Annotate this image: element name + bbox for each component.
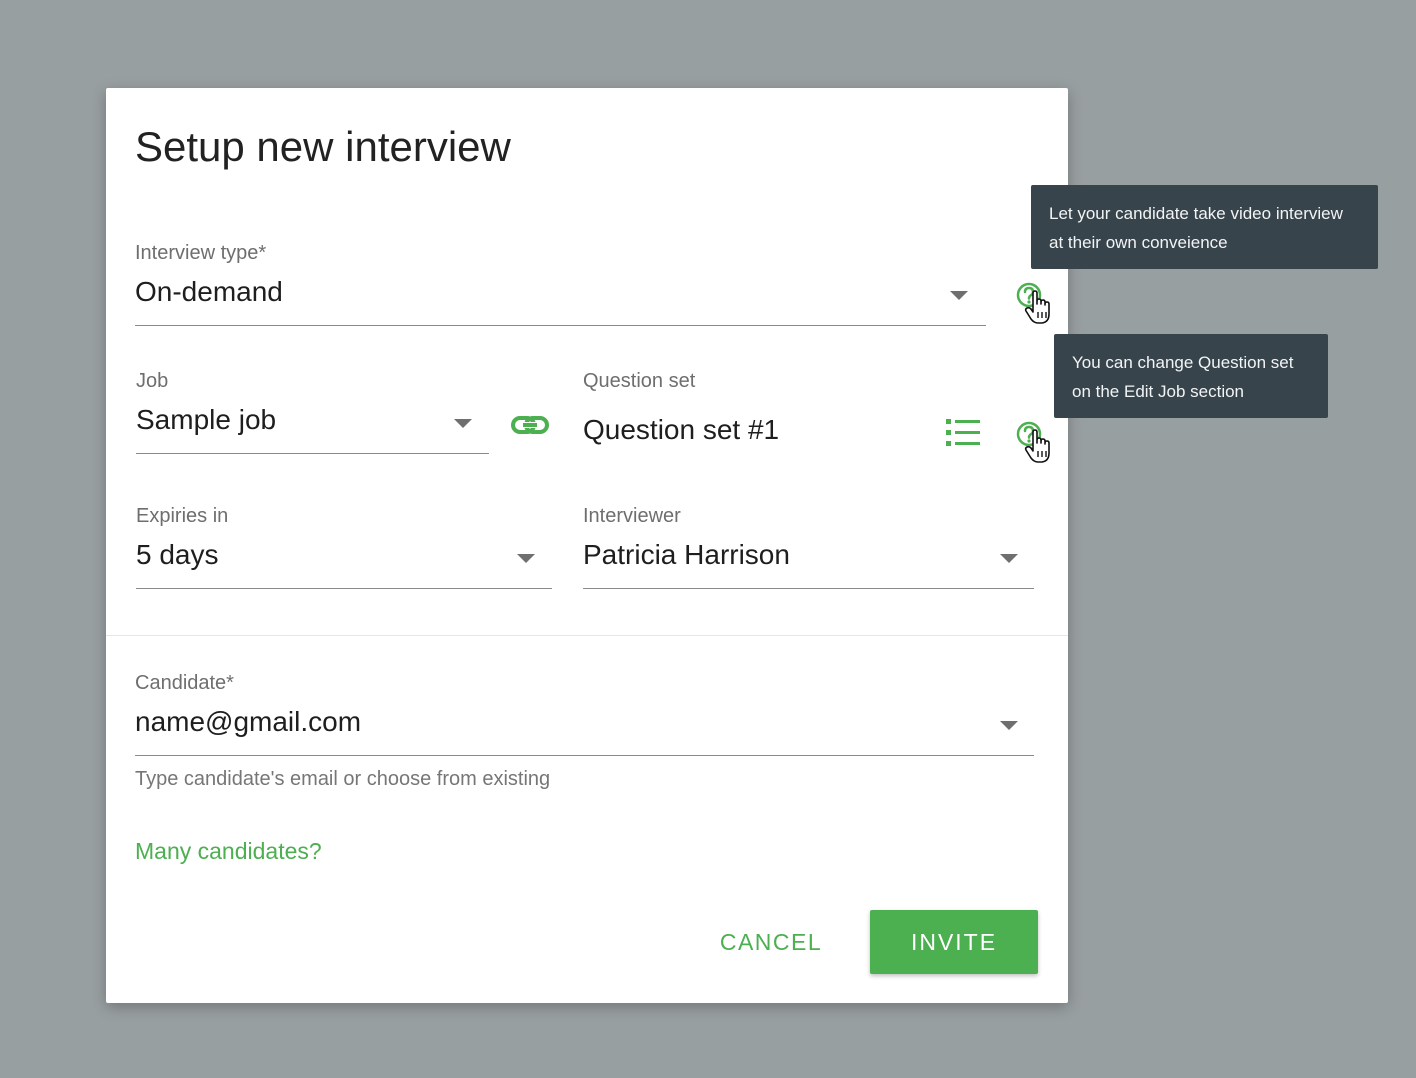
tooltip-line: You can change Question set — [1072, 353, 1294, 372]
dialog-title: Setup new interview — [135, 123, 511, 170]
interview-type-label: Interview type* — [135, 242, 267, 264]
list-icon[interactable] — [944, 416, 984, 450]
section-divider — [106, 635, 1068, 636]
interview-type-tooltip: Let your candidate take video interview … — [1031, 185, 1378, 269]
interview-type-underline — [135, 325, 986, 326]
expires-value: 5 days — [136, 539, 219, 570]
interviewer-underline — [583, 588, 1034, 589]
interviewer-select[interactable]: Interviewer Patricia Harrison — [583, 501, 1034, 591]
question-set-label: Question set — [583, 370, 696, 392]
candidate-label: Candidate* — [135, 672, 234, 694]
candidate-value[interactable]: name@gmail.com — [135, 706, 361, 738]
cancel-button[interactable]: CANCEL — [706, 910, 836, 974]
tooltip-line: at their own conveience — [1049, 233, 1228, 252]
expires-select[interactable]: Expiries in 5 days — [136, 501, 552, 591]
interview-type-value: On-demand — [135, 276, 283, 307]
chevron-down-icon[interactable] — [950, 291, 968, 300]
interviewer-value: Patricia Harrison — [583, 539, 790, 570]
setup-interview-dialog: Setup new interview Interview type* On-d… — [106, 88, 1068, 1003]
job-select[interactable]: Job Sample job — [136, 366, 489, 456]
chevron-down-icon[interactable] — [1000, 721, 1018, 730]
question-set-tooltip: You can change Question set on the Edit … — [1054, 334, 1328, 418]
chevron-down-icon[interactable] — [454, 419, 472, 428]
candidate-helper-text: Type candidate's email or choose from ex… — [135, 768, 551, 790]
candidate-underline — [135, 755, 1034, 756]
candidate-input[interactable]: Candidate* name@gmail.com — [135, 668, 1034, 758]
tooltip-line: on the Edit Job section — [1072, 382, 1245, 401]
hand-pointer-icon — [1024, 290, 1058, 326]
expires-label: Expiries in — [136, 505, 229, 527]
interviewer-label: Interviewer — [583, 505, 681, 527]
expires-underline — [136, 588, 552, 589]
chevron-down-icon[interactable] — [517, 554, 535, 563]
question-set-value: Question set #1 — [583, 414, 780, 445]
link-icon[interactable] — [510, 411, 550, 439]
hand-pointer-icon — [1024, 429, 1058, 465]
interview-type-select[interactable]: Interview type* On-demand — [135, 238, 986, 328]
chevron-down-icon[interactable] — [1000, 554, 1018, 563]
job-label: Job — [136, 370, 169, 392]
job-value: Sample job — [136, 404, 277, 435]
question-set-field: Question set Question set #1 — [583, 366, 923, 456]
job-underline — [136, 453, 489, 454]
tooltip-line: Let your candidate take video interview — [1049, 204, 1343, 223]
many-candidates-link[interactable]: Many candidates? — [135, 838, 322, 865]
invite-button[interactable]: INVITE — [870, 910, 1038, 974]
